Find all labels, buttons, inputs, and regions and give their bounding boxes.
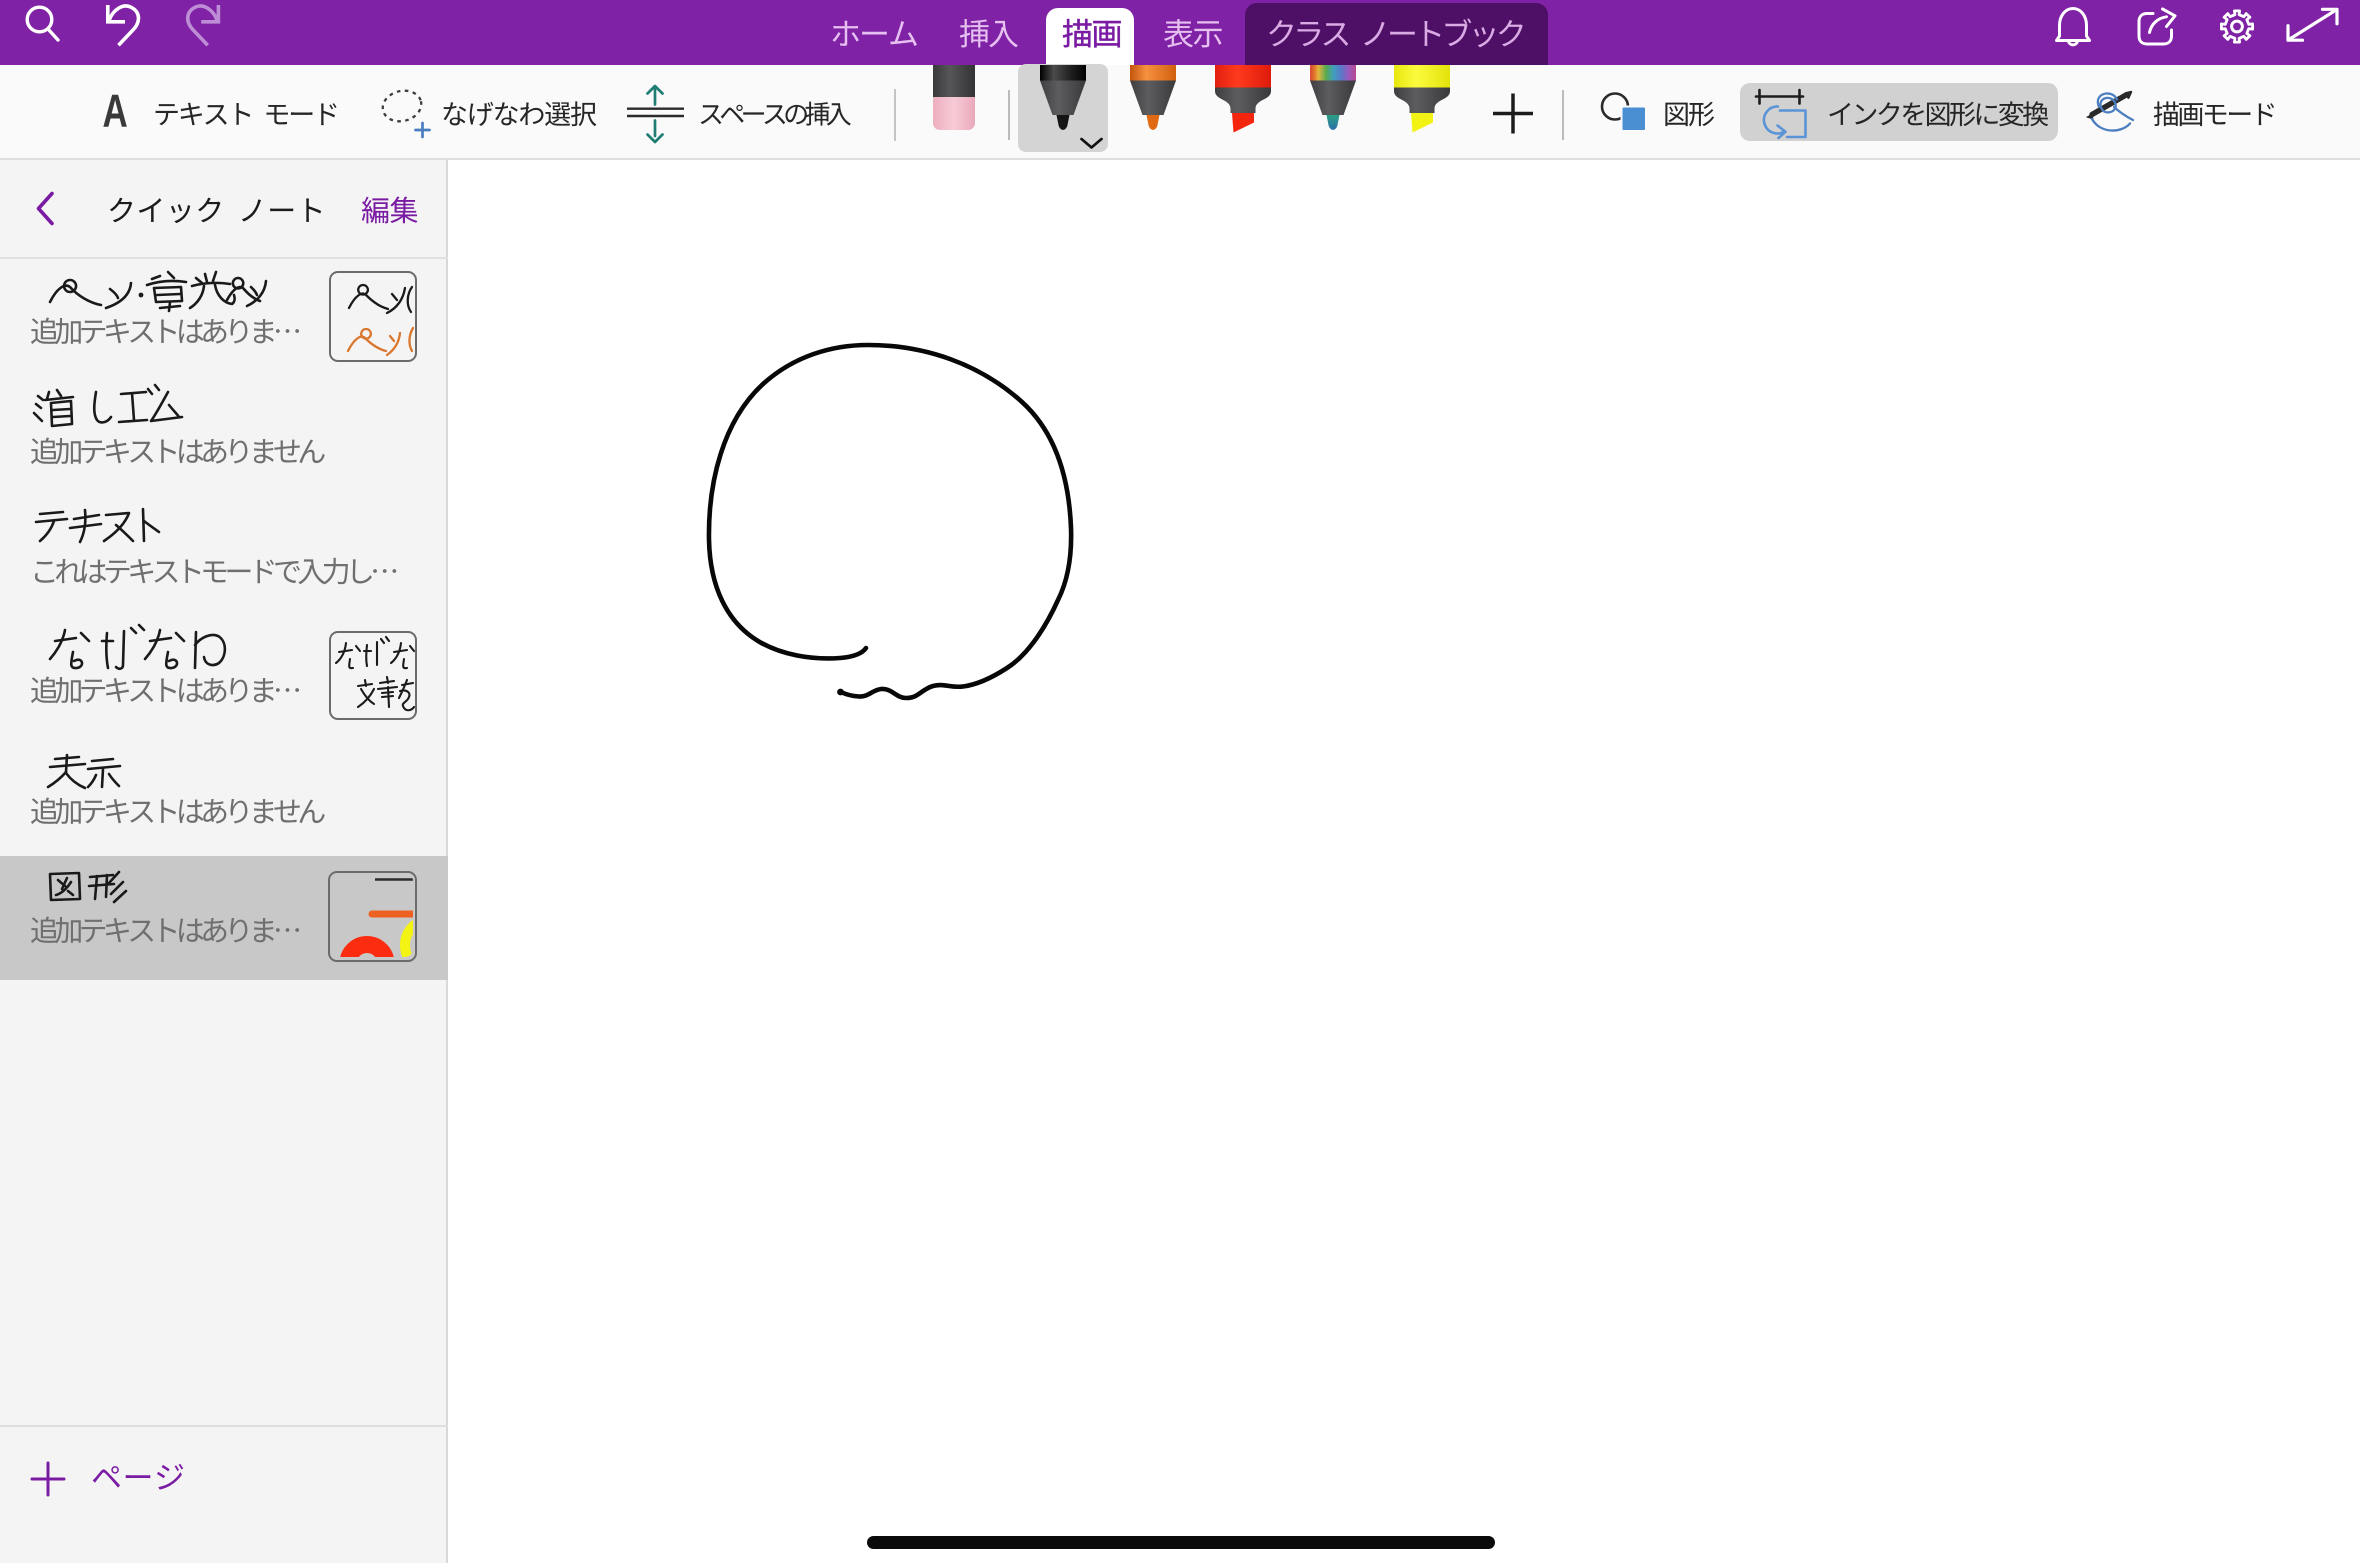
svg-text:A: A	[103, 85, 128, 137]
